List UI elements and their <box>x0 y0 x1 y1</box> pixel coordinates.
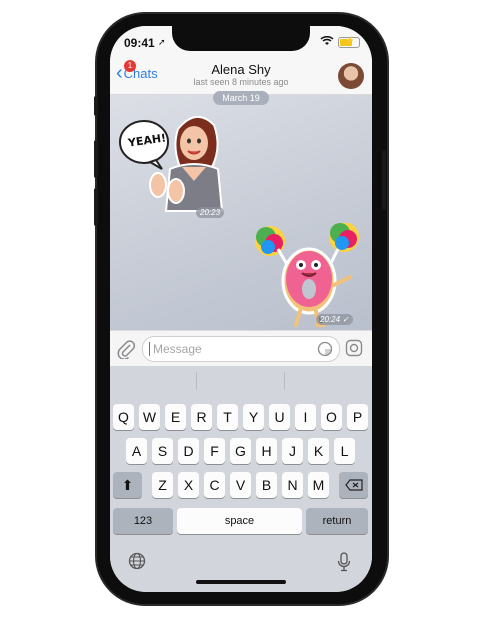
backspace-icon <box>344 479 363 491</box>
key-l[interactable]: L <box>334 438 355 464</box>
microphone-icon[interactable] <box>337 552 351 577</box>
key-u[interactable]: U <box>269 404 290 430</box>
key-k[interactable]: K <box>308 438 329 464</box>
key-n[interactable]: N <box>282 472 303 498</box>
key-a[interactable]: A <box>126 438 147 464</box>
key-i[interactable]: I <box>295 404 316 430</box>
camera-icon[interactable] <box>345 339 363 362</box>
avatar[interactable] <box>338 63 364 89</box>
key-w[interactable]: W <box>139 404 160 430</box>
date-separator: March 19 <box>213 91 269 105</box>
space-key[interactable]: space <box>177 508 302 534</box>
message-list[interactable]: March 19 YEAH! 20:23 20:24 ✓ <box>110 91 372 330</box>
key-h[interactable]: H <box>256 438 277 464</box>
incoming-sticker[interactable]: YEAH! <box>118 107 228 217</box>
key-p[interactable]: P <box>347 404 368 430</box>
globe-icon[interactable] <box>128 552 146 575</box>
volume-up-button <box>94 140 98 178</box>
home-indicator <box>196 580 286 584</box>
sticker-icon[interactable] <box>317 341 333 362</box>
keyboard: Q W E R T Y U I O P A S D F G H J K L ⬆ … <box>110 366 372 592</box>
battery-icon: ⚡ <box>338 36 360 48</box>
return-key[interactable]: return <box>306 508 368 534</box>
notch <box>172 26 310 51</box>
key-z[interactable]: Z <box>152 472 173 498</box>
message-composer <box>110 330 372 367</box>
key-m[interactable]: M <box>308 472 329 498</box>
numbers-key[interactable]: 123 <box>113 508 173 534</box>
suggestion-bar <box>110 366 372 394</box>
message-field[interactable] <box>142 336 340 362</box>
suggestion-divider <box>196 372 197 390</box>
power-button <box>382 150 386 210</box>
wifi-icon <box>320 35 334 49</box>
mute-switch <box>94 96 98 116</box>
paperclip-icon[interactable] <box>117 339 136 364</box>
key-d[interactable]: D <box>178 438 199 464</box>
key-y[interactable]: Y <box>243 404 264 430</box>
message-time: 20:24 ✓ <box>316 314 353 325</box>
message-input[interactable] <box>151 341 305 357</box>
key-s[interactable]: S <box>152 438 173 464</box>
key-t[interactable]: T <box>217 404 238 430</box>
text-cursor <box>149 342 150 356</box>
key-q[interactable]: Q <box>113 404 134 430</box>
shift-key[interactable]: ⬆ <box>113 472 142 498</box>
girl-sticker-icon <box>119 116 224 212</box>
chat-header: ‹ 1 Chats Alena Shy last seen 8 minutes … <box>110 60 372 95</box>
shift-icon: ⬆ <box>121 477 134 493</box>
key-b[interactable]: B <box>256 472 277 498</box>
key-r[interactable]: R <box>191 404 212 430</box>
key-o[interactable]: O <box>321 404 342 430</box>
status-time: 09:41 <box>124 36 155 50</box>
delete-key[interactable] <box>339 472 368 498</box>
key-v[interactable]: V <box>230 472 251 498</box>
key-j[interactable]: J <box>282 438 303 464</box>
key-x[interactable]: X <box>178 472 199 498</box>
key-e[interactable]: E <box>165 404 186 430</box>
message-time: 20:23 <box>196 207 225 218</box>
key-c[interactable]: C <box>204 472 225 498</box>
location-icon: ➚ <box>158 37 166 47</box>
suggestion-divider <box>284 372 285 390</box>
key-g[interactable]: G <box>230 438 251 464</box>
volume-down-button <box>94 188 98 226</box>
chat-title[interactable]: Alena Shy <box>110 62 372 77</box>
key-f[interactable]: F <box>204 438 225 464</box>
last-seen-status: last seen 8 minutes ago <box>193 77 289 87</box>
screen: 09:41 ➚ ⚡ ‹ 1 Chats Alena Shy last seen … <box>110 26 372 592</box>
